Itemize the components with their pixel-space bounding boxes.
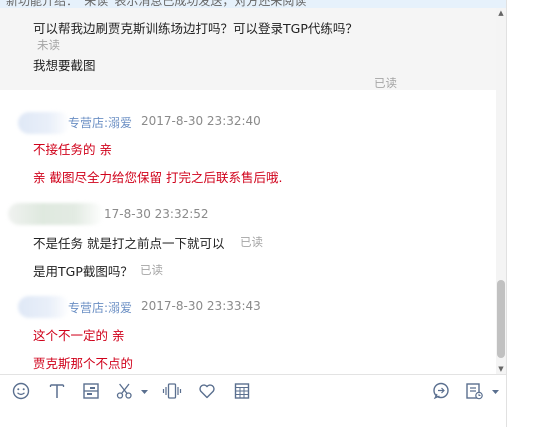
chat-history[interactable]: 可以帮我边刷贾克斯训练场边打吗？可以登录TGP代练吗？ 未读 我想要截图 已读 … bbox=[0, 8, 506, 374]
sent-message-text: 不是任务 就是打之前点一下就可以 bbox=[33, 236, 225, 251]
avatar[interactable] bbox=[18, 112, 70, 134]
sent-message-text: 是用TGP截图吗？ bbox=[33, 264, 133, 279]
read-status: 已读 bbox=[240, 235, 263, 249]
shake-icon[interactable] bbox=[162, 381, 182, 401]
sent-message-text: 我想要截图 bbox=[33, 58, 96, 73]
read-status: 已读 bbox=[140, 263, 163, 277]
input-toolbar bbox=[0, 374, 506, 409]
history-icon[interactable] bbox=[465, 381, 503, 401]
message-timestamp: 2017-8-30 23:33:43 bbox=[141, 299, 261, 313]
emoji-icon[interactable] bbox=[11, 381, 31, 401]
sender-name[interactable]: 专营店:溺爱 bbox=[68, 114, 132, 131]
top-banner: 新功能介绍：“未读”表示消息已成功发送，对方还未阅读 bbox=[0, 0, 506, 8]
message-timestamp: 17-8-30 23:32:52 bbox=[104, 207, 209, 221]
font-icon[interactable] bbox=[47, 381, 67, 401]
sender-name[interactable]: 专营店:溺爱 bbox=[68, 299, 132, 316]
scroll-up-arrow-icon[interactable]: ▲ bbox=[496, 8, 506, 18]
banner-text: 新功能介绍：“未读”表示消息已成功发送，对方还未阅读 bbox=[6, 0, 307, 8]
image-icon[interactable] bbox=[81, 381, 101, 401]
received-message-text: 不接任务的 亲 bbox=[33, 142, 112, 157]
panel-divider bbox=[506, 0, 507, 427]
scissors-icon[interactable] bbox=[115, 381, 149, 401]
avatar[interactable] bbox=[8, 203, 104, 225]
scrollbar-thumb[interactable] bbox=[497, 280, 505, 358]
sent-message-text: 可以帮我边刷贾克斯训练场边打吗？可以登录TGP代练吗？ bbox=[33, 21, 358, 36]
vertical-scrollbar[interactable]: ▲ ▼ bbox=[496, 8, 506, 374]
avatar[interactable] bbox=[18, 296, 70, 318]
calendar-icon[interactable] bbox=[232, 381, 252, 401]
received-message-text: 这个不一定的 亲 bbox=[33, 328, 125, 343]
received-message-text: 贾克斯那个不点的 bbox=[33, 356, 134, 371]
heart-icon[interactable] bbox=[197, 381, 217, 401]
chat-bubble-icon[interactable] bbox=[431, 381, 451, 401]
message-timestamp: 2017-8-30 23:32:40 bbox=[141, 114, 261, 128]
scroll-down-arrow-icon[interactable]: ▼ bbox=[496, 364, 506, 374]
unread-status: 未读 bbox=[37, 38, 60, 52]
read-status: 已读 bbox=[374, 76, 397, 90]
received-message-text: 亲 截图尽全力给您保留 打完之后联系售后哦. bbox=[33, 170, 283, 185]
